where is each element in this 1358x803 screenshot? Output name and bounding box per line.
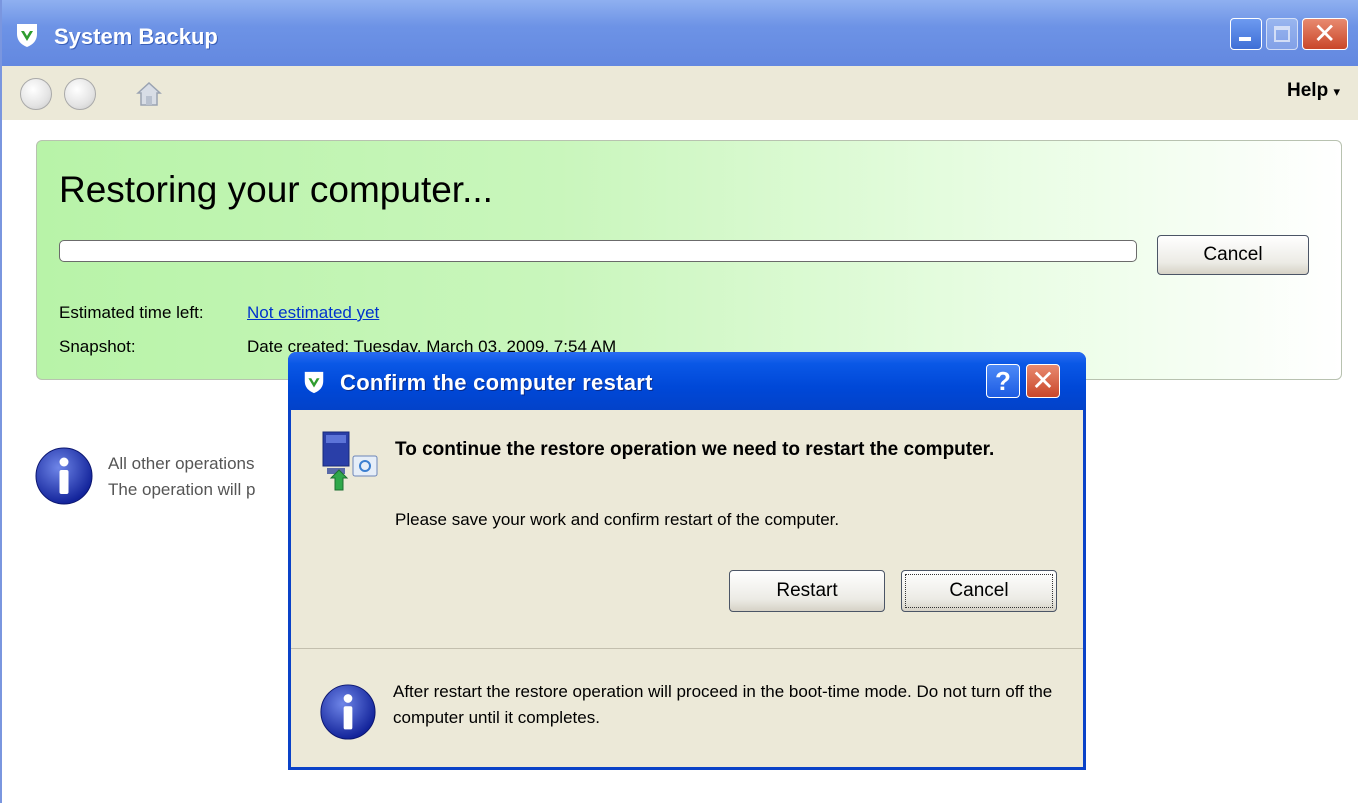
dialog-footer-text: After restart the restore operation will… — [393, 682, 1053, 727]
dialog-close-button[interactable]: ✕ — [1026, 364, 1060, 398]
dialog-footer: After restart the restore operation will… — [291, 649, 1083, 767]
restart-button[interactable]: Restart — [729, 570, 885, 612]
minimize-button[interactable] — [1230, 18, 1262, 50]
dialog-heading: To continue the restore operation we nee… — [395, 439, 995, 460]
estimated-time-link[interactable]: Not estimated yet — [247, 303, 379, 322]
page-title: Restoring your computer... — [59, 169, 493, 210]
back-button[interactable] — [20, 78, 52, 110]
cancel-button[interactable]: Cancel — [1157, 235, 1309, 275]
dialog-title-bar[interactable]: Confirm the computer restart ? ✕ — [288, 352, 1086, 410]
title-bar[interactable]: System Backup ✕ — [2, 0, 1358, 66]
window-title: System Backup — [54, 24, 218, 49]
dialog-cancel-button[interactable]: Cancel — [901, 570, 1057, 612]
estimated-time-label: Estimated time left: — [59, 303, 204, 322]
help-menu-label: Help — [1287, 80, 1329, 101]
dialog-title: Confirm the computer restart — [340, 370, 653, 395]
forward-button[interactable] — [64, 78, 96, 110]
chevron-down-icon: ▾ — [1333, 84, 1340, 99]
progress-bar — [59, 240, 1137, 262]
shield-check-icon — [304, 371, 324, 394]
background-info-line: All other operations — [108, 454, 255, 473]
info-icon — [320, 684, 376, 740]
confirm-restart-dialog: Confirm the computer restart ? ✕ To cont… — [288, 352, 1086, 770]
background-info-line: The operation will p — [108, 480, 256, 499]
dialog-help-button[interactable]: ? — [986, 364, 1020, 398]
computer-restart-icon — [322, 431, 378, 491]
info-icon — [35, 447, 93, 505]
background-info-text: All other operations The operation will … — [108, 451, 255, 503]
close-icon: ✕ — [1313, 18, 1337, 49]
maximize-button[interactable] — [1266, 18, 1298, 50]
shield-check-icon — [17, 24, 37, 47]
restore-status-panel: Restoring your computer... Cancel Estima… — [36, 140, 1342, 380]
help-menu[interactable]: Help ▾ — [1287, 80, 1340, 102]
estimated-time-row: Estimated time left: Not estimated yet — [59, 303, 379, 323]
dialog-message: Please save your work and confirm restar… — [395, 510, 840, 529]
toolbar — [2, 66, 1358, 120]
snapshot-label: Snapshot: — [59, 337, 136, 356]
home-icon[interactable] — [134, 78, 164, 108]
close-button[interactable]: ✕ — [1302, 18, 1348, 50]
